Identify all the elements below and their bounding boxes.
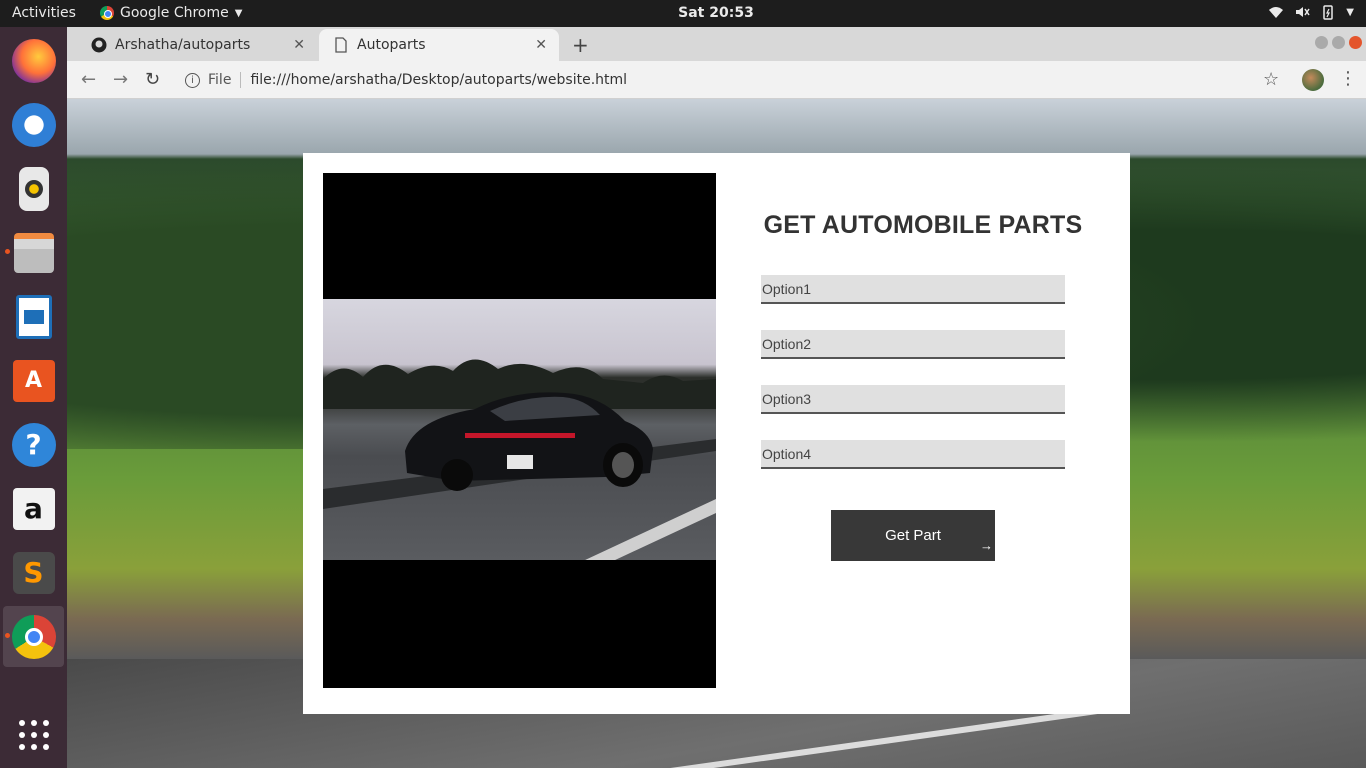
profile-avatar[interactable] [1302, 69, 1324, 91]
github-icon [91, 37, 107, 53]
site-scheme-label: File [208, 72, 232, 88]
page-background: GET AUTOMOBILE PARTS Option1 Option2 Opt… [67, 99, 1366, 768]
speaker-icon [18, 166, 49, 211]
dock-item-firefox[interactable] [3, 30, 64, 91]
wifi-icon [1269, 7, 1284, 18]
option-1-field[interactable]: Option1 [761, 275, 1065, 304]
tab-title: Autoparts [357, 37, 426, 53]
close-icon[interactable]: ✕ [535, 37, 547, 53]
minimize-button[interactable] [1315, 36, 1328, 49]
menu-kebab-icon[interactable]: ⋮ [1339, 68, 1357, 89]
bookmark-star-icon[interactable]: ☆ [1263, 69, 1279, 90]
dock-item-amazon[interactable]: a [3, 478, 64, 539]
dock-item-writer[interactable] [3, 286, 64, 347]
amazon-icon: a [12, 487, 55, 530]
parts-form: GET AUTOMOBILE PARTS Option1 Option2 Opt… [716, 153, 1130, 714]
file-cabinet-icon [13, 232, 54, 273]
browser-toolbar: ← → ↻ i File file:///home/arshatha/Deskt… [67, 61, 1366, 99]
dock-item-files[interactable] [3, 222, 64, 283]
close-window-button[interactable] [1349, 36, 1362, 49]
porsche-car [405, 392, 653, 491]
volume-muted-icon [1296, 7, 1310, 17]
parts-card: GET AUTOMOBILE PARTS Option1 Option2 Opt… [303, 153, 1130, 714]
chrome-window: Arshatha/autoparts ✕ Autoparts ✕ + ← → ↻… [67, 27, 1366, 768]
page-title: GET AUTOMOBILE PARTS [763, 211, 1083, 239]
tab-github[interactable]: Arshatha/autoparts ✕ [77, 29, 317, 61]
show-applications-button[interactable] [3, 704, 64, 765]
sublime-icon: S [12, 551, 55, 594]
clock[interactable]: Sat 20:53 [0, 5, 1366, 21]
option-2-field[interactable]: Option2 [761, 330, 1065, 359]
option-3-field[interactable]: Option3 [761, 385, 1065, 414]
new-tab-button[interactable]: + [572, 33, 589, 57]
dock-item-software[interactable]: A [3, 350, 64, 411]
forward-arrow-icon[interactable]: → [113, 69, 128, 90]
url-text[interactable]: file:///home/arshatha/Desktop/autoparts/… [250, 72, 627, 88]
system-top-bar: Activities Google Chrome ▼ Sat 20:53 ▼ [0, 0, 1366, 27]
address-bar[interactable]: i File file:///home/arshatha/Desktop/aut… [175, 65, 1255, 95]
reload-icon[interactable]: ↻ [145, 69, 160, 90]
tab-title: Arshatha/autoparts [115, 37, 251, 53]
shopping-bag-icon: A [12, 359, 55, 402]
option-4-field[interactable]: Option4 [761, 440, 1065, 469]
chrome-icon [11, 614, 56, 659]
running-indicator [5, 249, 10, 254]
tab-strip: Arshatha/autoparts ✕ Autoparts ✕ + [67, 27, 1366, 61]
dock-item-sublime[interactable]: S [3, 542, 64, 603]
get-part-label: Get Part [885, 527, 941, 544]
launcher-dock: A ? a S [0, 27, 67, 768]
dock-item-thunderbird[interactable] [3, 94, 64, 155]
photo-letterbox-bottom [323, 560, 716, 688]
help-icon: ? [11, 422, 56, 467]
get-part-button[interactable]: Get Part → [831, 510, 995, 561]
battery-icon [1323, 5, 1334, 20]
grid-icon [18, 719, 49, 750]
page-icon [335, 37, 347, 53]
maximize-button[interactable] [1332, 36, 1345, 49]
info-icon[interactable]: i [185, 72, 200, 88]
window-controls [1315, 36, 1362, 49]
close-icon[interactable]: ✕ [293, 37, 305, 53]
arrow-right-icon: → [980, 538, 993, 553]
dock-item-chrome[interactable] [3, 606, 64, 667]
chevron-down-icon: ▼ [1346, 6, 1354, 18]
running-indicator [5, 633, 10, 638]
dock-item-rhythmbox[interactable] [3, 158, 64, 219]
system-tray[interactable]: ▼ [1268, 4, 1354, 20]
back-arrow-icon[interactable]: ← [81, 69, 96, 90]
divider [240, 72, 242, 88]
dock-item-help[interactable]: ? [3, 414, 64, 475]
thunderbird-icon [11, 102, 56, 147]
tab-autoparts[interactable]: Autoparts ✕ [319, 29, 559, 61]
car-photo [323, 173, 716, 688]
firefox-icon [11, 38, 56, 83]
document-icon [15, 294, 52, 339]
